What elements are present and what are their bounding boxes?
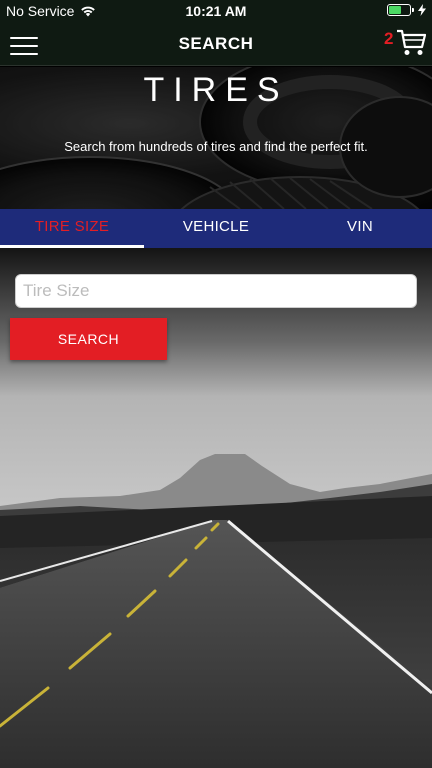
hero-banner: TIRES Search from hundreds of tires and … bbox=[0, 67, 432, 209]
status-right bbox=[387, 4, 426, 16]
page-title: SEARCH bbox=[178, 34, 254, 53]
search-button[interactable]: SEARCH bbox=[10, 318, 167, 360]
tab-vehicle[interactable]: VEHICLE bbox=[144, 209, 288, 248]
tab-tire-size[interactable]: TIRE SIZE bbox=[0, 209, 144, 248]
search-mode-tabs: TIRE SIZE VEHICLE VIN bbox=[0, 209, 432, 248]
tab-vin[interactable]: VIN bbox=[288, 209, 432, 248]
cart-count-badge: 2 bbox=[384, 29, 394, 48]
bolt-icon bbox=[418, 4, 426, 16]
clock: 10:21 AM bbox=[185, 3, 247, 19]
navigation-bar: SEARCH 2 bbox=[0, 22, 432, 66]
status-bar: No Service 10:21 AM bbox=[0, 0, 432, 22]
shopping-cart-icon bbox=[397, 29, 426, 55]
hero-title: TIRES bbox=[143, 71, 289, 109]
cart-button[interactable]: 2 bbox=[384, 26, 428, 64]
battery-icon bbox=[387, 4, 414, 16]
search-panel: SEARCH bbox=[0, 248, 432, 768]
tire-size-input[interactable] bbox=[15, 274, 417, 308]
hero-subtitle: Search from hundreds of tires and find t… bbox=[64, 139, 368, 154]
battery-level bbox=[389, 6, 401, 14]
